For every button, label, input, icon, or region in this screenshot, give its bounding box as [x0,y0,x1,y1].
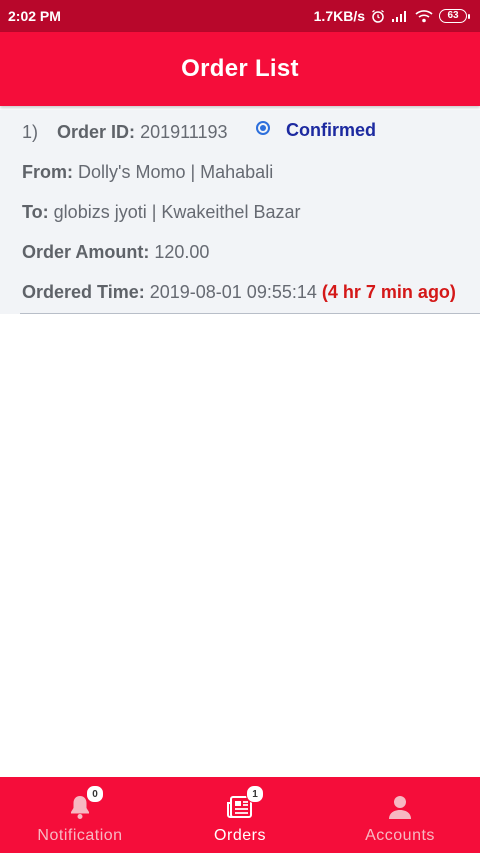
network-speed: 1.7KB/s [313,8,365,24]
bottom-nav: 0 Notification 1 Orders Accounts [0,777,480,853]
order-id-label: Order ID: [57,122,136,142]
order-amount-row: Order Amount: 120.00 [22,242,209,263]
nav-label-notification: Notification [37,827,123,844]
time-label: Ordered Time: [22,282,145,302]
order-to-row: To: globizs jyoti | Kwakeithel Bazar [22,202,300,223]
order-list-item[interactable]: 1) Order ID: 201911193 Confirmed From: D… [0,110,480,314]
orders-icon: 1 [226,785,264,821]
status-icons: 1.7KB/s 63 [314,8,470,24]
person-icon [386,793,414,821]
alarm-icon [371,9,385,23]
to-value: globizs jyoti | Kwakeithel Bazar [53,202,301,222]
order-status[interactable]: Confirmed [256,120,376,141]
nav-label-accounts: Accounts [365,827,435,844]
nav-item-notification[interactable]: 0 Notification [0,777,160,853]
order-id-row: 1) Order ID: 201911193 [22,122,228,143]
nav-item-orders[interactable]: 1 Orders [160,777,320,853]
order-time-row: Ordered Time: 2019-08-01 09:55:14 (4 hr … [22,282,456,303]
bell-icon: 0 [66,785,104,821]
nav-item-accounts[interactable]: Accounts [320,777,480,853]
order-from-row: From: Dolly's Momo | Mahabali [22,162,273,183]
app-bar: Order List [0,32,480,106]
battery-icon: 63 [439,9,470,23]
order-index: 1) [22,122,39,142]
amount-value: 120.00 [154,242,210,262]
wifi-icon [415,9,433,23]
divider [20,313,480,314]
signal-icon [391,10,409,22]
from-value: Dolly's Momo | Mahabali [78,162,274,182]
from-label: From: [22,162,73,182]
status-badge: Confirmed [286,120,376,140]
orders-badge: 1 [246,785,264,803]
order-id-value: 201911193 [140,122,228,142]
amount-label: Order Amount: [22,242,150,262]
to-label: To: [22,202,49,222]
radio-selected-icon[interactable] [256,120,270,135]
status-time: 2:02 PM [8,8,61,24]
notification-badge: 0 [86,785,104,803]
status-bar: 2:02 PM 1.7KB/s 63 [0,0,480,32]
page-title: Order List [181,55,299,82]
nav-label-orders: Orders [214,827,266,844]
battery-level: 63 [439,9,467,23]
time-ago: (4 hr 7 min ago) [321,282,456,302]
time-value: 2019-08-01 09:55:14 [149,282,317,302]
